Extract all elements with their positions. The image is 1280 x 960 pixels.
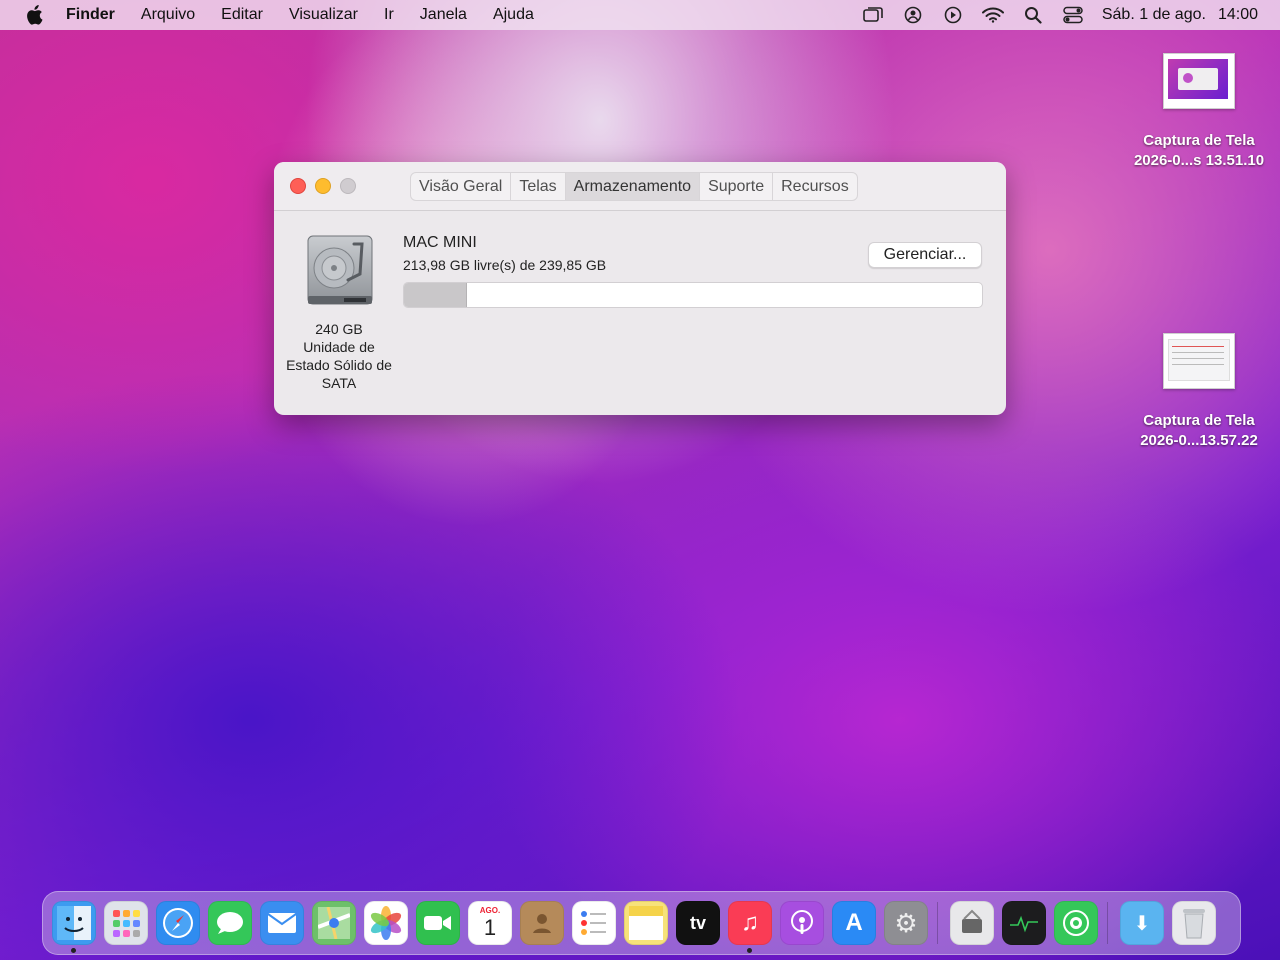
- mail-icon[interactable]: [260, 901, 304, 945]
- drive-capacity: 240 GB: [315, 321, 363, 337]
- podcasts-icon[interactable]: [780, 901, 824, 945]
- minimize-button[interactable]: [315, 178, 331, 194]
- desktop-screenshot-file-1[interactable]: Captura de Tela 2026-0...s 13.51.10: [1119, 53, 1279, 171]
- messages-icon[interactable]: [208, 901, 252, 945]
- tab-visao-geral[interactable]: Visão Geral: [411, 173, 512, 200]
- menu-ajuda[interactable]: Ajuda: [493, 6, 534, 24]
- menu-app-name[interactable]: Finder: [66, 6, 115, 24]
- notes-icon[interactable]: [624, 901, 668, 945]
- menu-bar: Finder Arquivo Editar Visualizar Ir Jane…: [0, 0, 1280, 30]
- activity-monitor-icon[interactable]: [1002, 901, 1046, 945]
- safari-icon[interactable]: [156, 901, 200, 945]
- music-icon[interactable]: ♫: [728, 901, 772, 945]
- search-icon[interactable]: [1022, 4, 1044, 26]
- reminders-icon[interactable]: [572, 901, 616, 945]
- drive-type-line: Unidade de: [303, 339, 375, 355]
- running-indicator: [71, 948, 76, 953]
- apple-logo-icon[interactable]: [24, 5, 44, 25]
- dock-separator: [937, 902, 938, 944]
- downloads-folder-icon[interactable]: ⬇: [1120, 901, 1164, 945]
- desktop-screenshot-file-2[interactable]: Captura de Tela 2026-0...13.57.22: [1119, 333, 1279, 451]
- finder-icon[interactable]: [52, 901, 96, 945]
- control-center-icon[interactable]: [1062, 4, 1084, 26]
- desktop-file-label: 2026-0...s 13.51.10: [1133, 152, 1265, 169]
- storage-usage-bar: [403, 282, 983, 308]
- app-store-icon[interactable]: A: [832, 901, 876, 945]
- about-this-mac-window: Visão Geral Telas Armazenamento Suporte …: [274, 162, 1006, 415]
- window-titlebar[interactable]: Visão Geral Telas Armazenamento Suporte …: [274, 162, 1006, 211]
- apple-tv-icon[interactable]: tv: [676, 901, 720, 945]
- tab-suporte[interactable]: Suporte: [700, 173, 774, 200]
- drive-type-line: Estado Sólido de: [286, 357, 392, 373]
- menu-arquivo[interactable]: Arquivo: [141, 6, 195, 24]
- dock-separator: [1107, 902, 1108, 944]
- tab-armazenamento[interactable]: Armazenamento: [565, 173, 701, 200]
- manage-button[interactable]: Gerenciar...: [868, 242, 982, 268]
- user-account-icon[interactable]: [902, 4, 924, 26]
- wifi-icon[interactable]: [981, 4, 1004, 26]
- trash-icon[interactable]: [1172, 901, 1216, 945]
- menu-ir[interactable]: Ir: [384, 6, 394, 24]
- calendar-day-label: 1: [483, 915, 497, 940]
- zoom-button: [340, 178, 356, 194]
- menu-visualizar[interactable]: Visualizar: [289, 6, 358, 24]
- maps-icon[interactable]: [312, 901, 356, 945]
- desktop-file-label: 2026-0...13.57.22: [1140, 432, 1258, 449]
- drive-type-line: SATA: [321, 375, 357, 391]
- close-button[interactable]: [290, 178, 306, 194]
- photos-icon[interactable]: [364, 901, 408, 945]
- dock: AGO. 1 tv ♫ A ⚙ ⬇: [42, 891, 1241, 955]
- drive-caption: 240 GB Unidade de Estado Sólido de SATA: [280, 320, 398, 392]
- desktop-file-label: Captura de Tela: [1143, 132, 1255, 149]
- screen-mirroring-icon[interactable]: [862, 4, 884, 26]
- tab-bar: Visão Geral Telas Armazenamento Suporte …: [410, 172, 858, 201]
- volume-name: MAC MINI: [403, 234, 477, 251]
- storage-usage-fill: [404, 283, 468, 307]
- system-information-icon[interactable]: [950, 901, 994, 945]
- calendar-icon[interactable]: AGO. 1: [468, 901, 512, 945]
- screenshot-thumbnail-icon: [1163, 53, 1235, 109]
- gear-icon[interactable]: ⚙: [884, 901, 928, 945]
- menu-date[interactable]: Sáb. 1 de ago.: [1102, 6, 1206, 24]
- screenshot-thumbnail-icon: [1163, 333, 1235, 389]
- launchpad-icon[interactable]: [104, 901, 148, 945]
- contacts-icon[interactable]: [520, 901, 564, 945]
- apple-tv-label: tv: [689, 912, 706, 933]
- tab-telas[interactable]: Telas: [511, 173, 566, 200]
- menu-time[interactable]: 14:00: [1218, 6, 1258, 24]
- facetime-icon[interactable]: [416, 901, 460, 945]
- desktop-file-label: Captura de Tela: [1143, 412, 1255, 429]
- running-indicator: [747, 948, 752, 953]
- menu-editar[interactable]: Editar: [221, 6, 263, 24]
- find-my-icon[interactable]: [1054, 901, 1098, 945]
- volume-free-space: 213,98 GB livre(s) de 239,85 GB: [403, 257, 607, 273]
- tab-recursos[interactable]: Recursos: [773, 173, 857, 200]
- play-icon[interactable]: [942, 4, 964, 26]
- menu-janela[interactable]: Janela: [420, 6, 467, 24]
- hard-drive-icon: [304, 234, 376, 310]
